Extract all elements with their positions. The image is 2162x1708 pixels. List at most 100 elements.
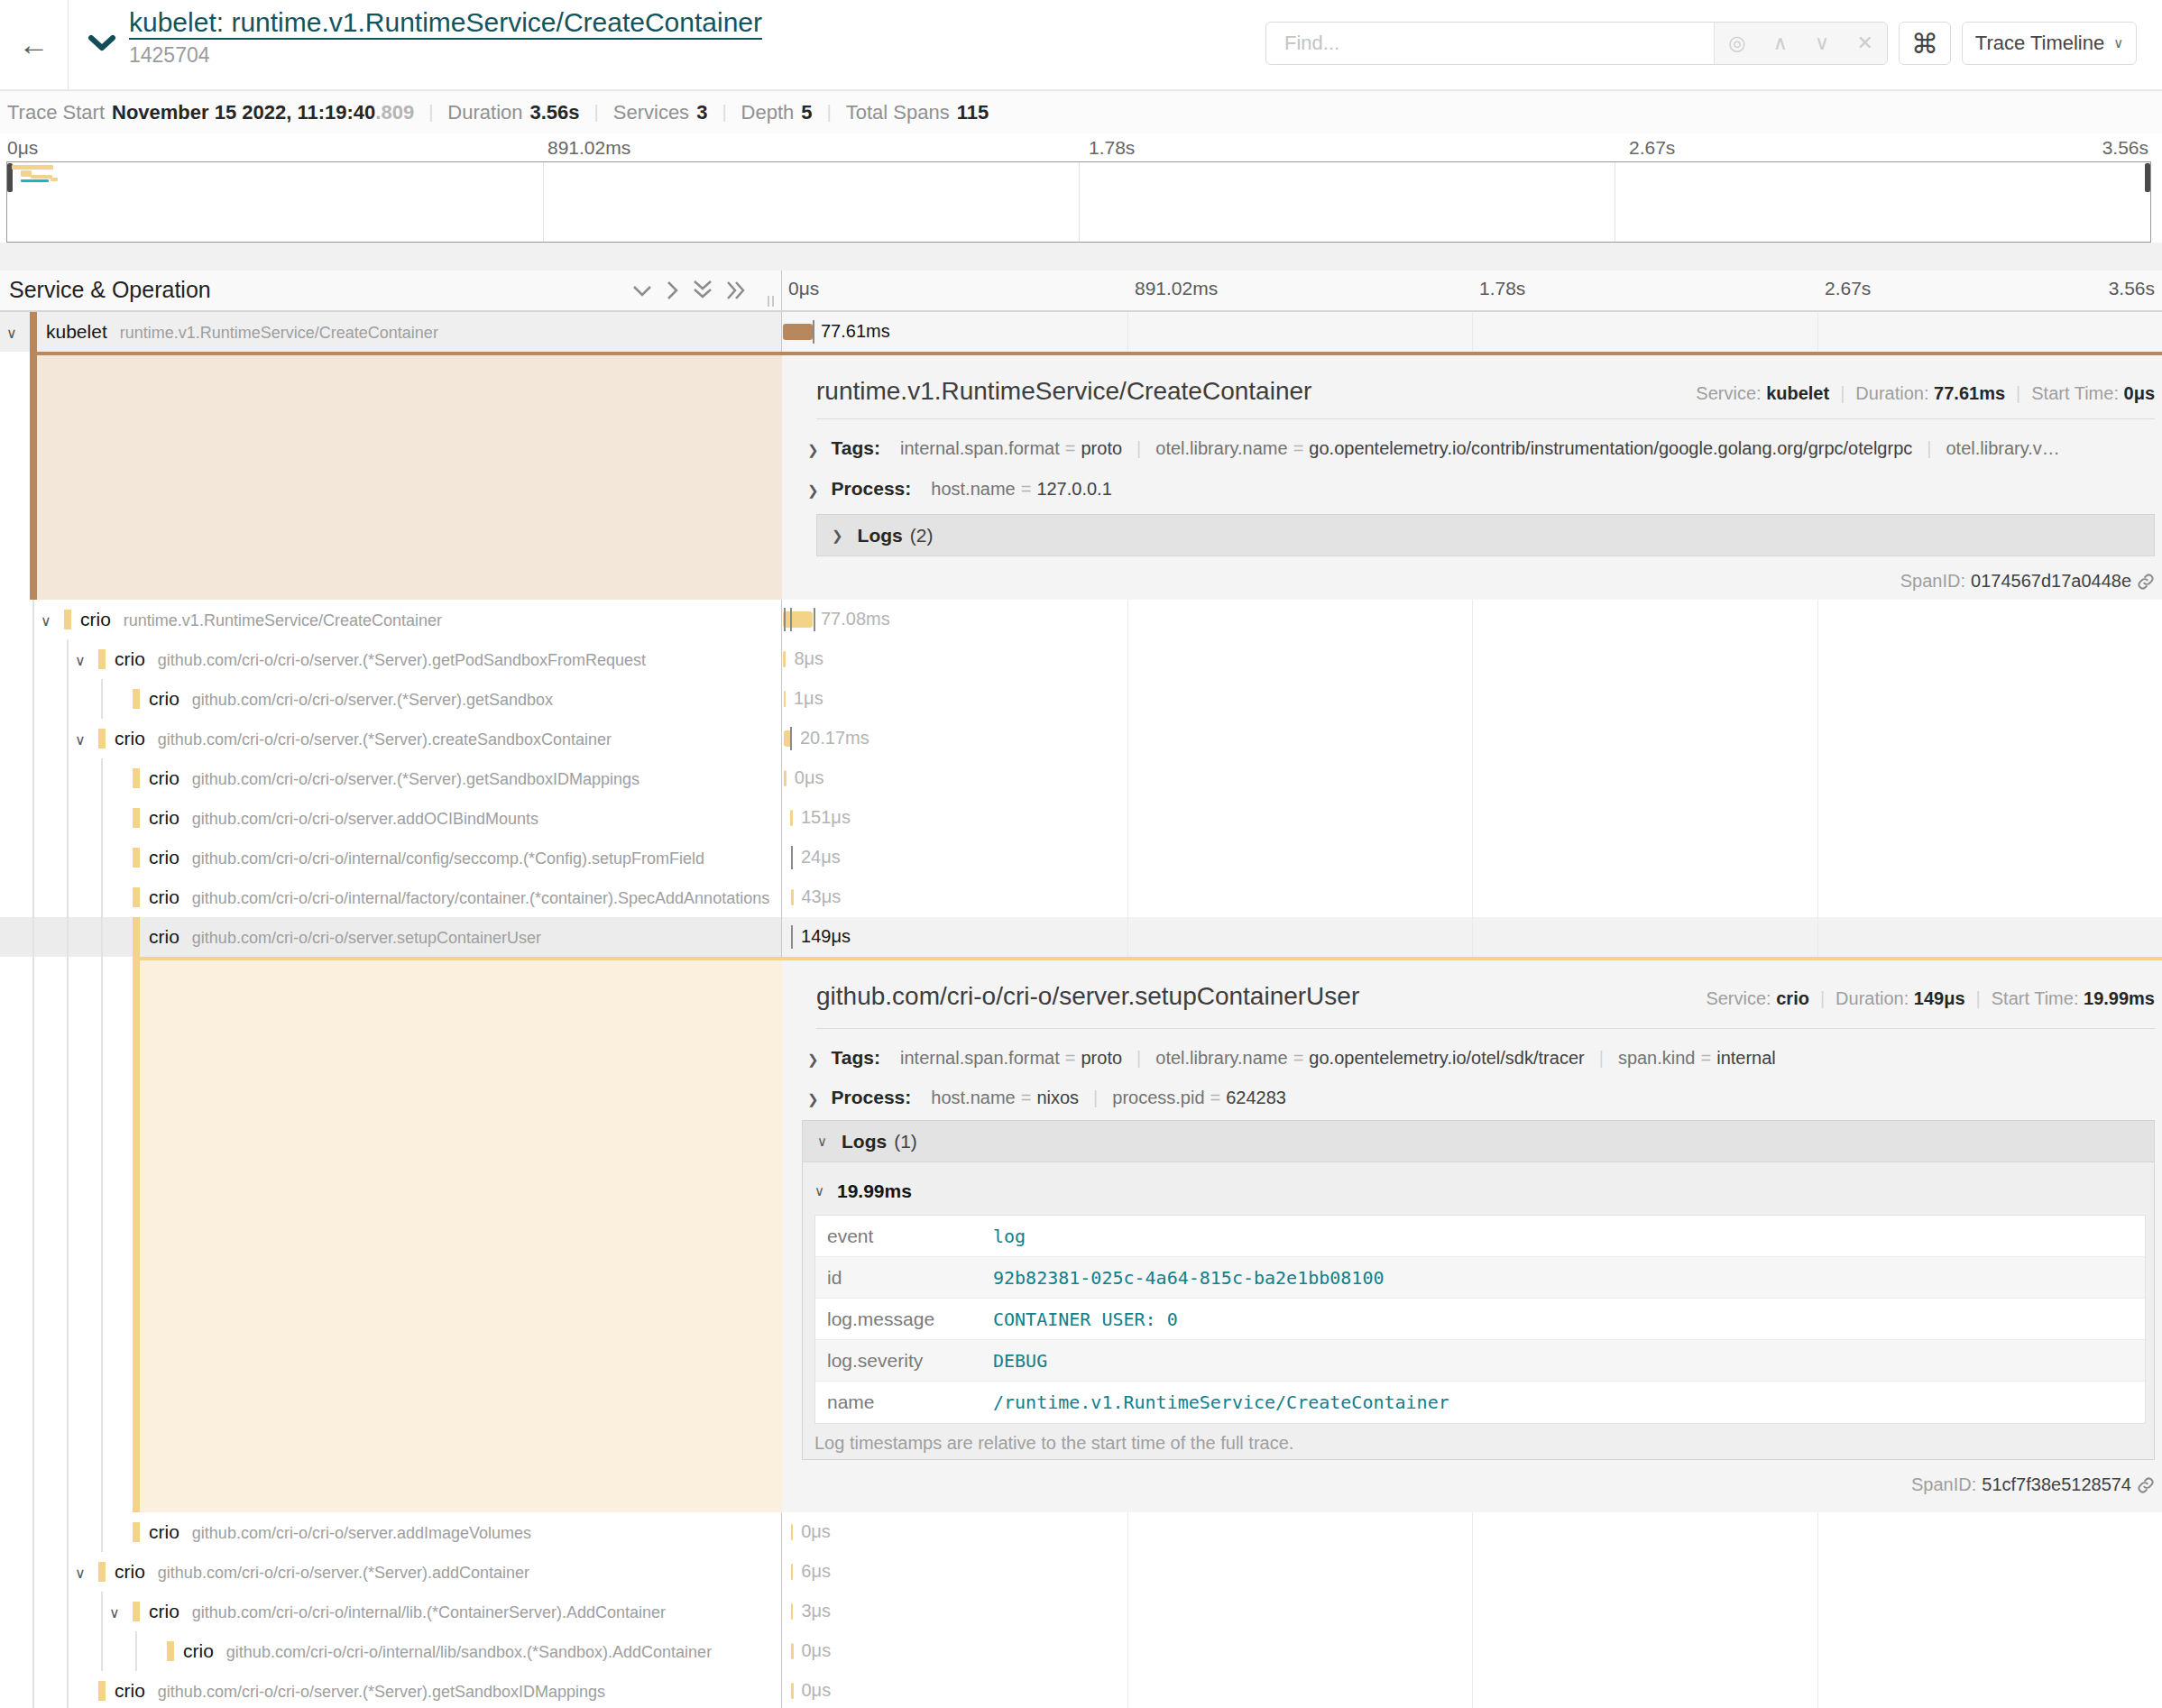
span-duration-bar[interactable]: [783, 324, 813, 340]
span-row-label[interactable]: ∨ kubelet runtime.v1.RuntimeService/Crea…: [0, 312, 782, 352]
span-row[interactable]: ∨ crio runtime.v1.RuntimeService/CreateC…: [0, 600, 2162, 639]
span-row-timeline[interactable]: 151μs: [782, 798, 2162, 838]
service-name: kubelet: [46, 321, 107, 343]
span-duration-bar[interactable]: [791, 1683, 794, 1699]
indent-guide: [67, 957, 69, 1512]
span-duration-bar[interactable]: [791, 889, 794, 905]
span-row-timeline[interactable]: 0μs: [782, 1671, 2162, 1708]
span-row[interactable]: ∨ crio github.com/cri-o/cri-o/server.(*S…: [0, 719, 2162, 758]
span-row-timeline[interactable]: 20.17ms: [782, 719, 2162, 758]
span-duration-label: 3μs: [801, 1601, 831, 1621]
collapse-one-icon[interactable]: [631, 284, 653, 301]
process-row[interactable]: ❯ Process: host.name=nixos | process.pid…: [807, 1087, 2155, 1108]
span-row[interactable]: ∨ crio github.com/cri-o/cri-o/server.(*S…: [0, 1552, 2162, 1592]
expand-all-icon[interactable]: [726, 280, 748, 305]
span-row[interactable]: ∨ crio github.com/cri-o/cri-o/internal/l…: [0, 1592, 2162, 1631]
log-entry-header[interactable]: ∨ 19.99ms: [814, 1180, 912, 1202]
span-row-timeline[interactable]: 0μs: [782, 758, 2162, 798]
span-duration-bar[interactable]: [791, 1564, 794, 1580]
logs-accordion-header[interactable]: ∨ Logs (1): [803, 1121, 2154, 1162]
span-row[interactable]: crio github.com/cri-o/cri-o/internal/lib…: [0, 1631, 2162, 1671]
keyboard-shortcuts-button[interactable]: ⌘: [1899, 22, 1951, 65]
span-duration-bar[interactable]: [790, 810, 793, 826]
clear-find-icon[interactable]: ✕: [1856, 32, 1872, 55]
span-row[interactable]: crio github.com/cri-o/cri-o/server.setup…: [0, 917, 2162, 957]
span-row-timeline[interactable]: 3μs: [782, 1592, 2162, 1631]
depth-label: Depth: [741, 101, 795, 124]
logs-accordion-collapsed[interactable]: ❯ Logs (2): [816, 514, 2155, 556]
span-row[interactable]: crio github.com/cri-o/cri-o/server.(*Ser…: [0, 1671, 2162, 1708]
span-duration-label: 77.61ms: [821, 321, 890, 342]
tick-label: 0μs: [7, 137, 38, 159]
span-row-timeline[interactable]: 0μs: [782, 1631, 2162, 1671]
span-row-timeline[interactable]: 6μs: [782, 1552, 2162, 1592]
span-row[interactable]: crio github.com/cri-o/cri-o/server.addIm…: [0, 1512, 2162, 1552]
logs-accordion-expanded: ∨ Logs (1) ∨ 19.99ms eventlog id92b82381…: [802, 1120, 2155, 1460]
operation-name: runtime.v1.RuntimeService/CreateContaine…: [120, 324, 438, 343]
prev-match-icon[interactable]: ∧: [1773, 32, 1788, 55]
span-row[interactable]: crio github.com/cri-o/cri-o/server.(*Ser…: [0, 758, 2162, 798]
operation-name: github.com/cri-o/cri-o/server.(*Server).…: [158, 1683, 605, 1702]
span-row-label[interactable]: ∨ crio runtime.v1.RuntimeService/CreateC…: [0, 600, 782, 639]
span-duration-bar[interactable]: [784, 691, 787, 707]
span-row-timeline[interactable]: 0μs: [782, 1512, 2162, 1552]
depth-value: 5: [801, 101, 812, 124]
span-row-label[interactable]: crio github.com/cri-o/cri-o/server.setup…: [0, 917, 782, 957]
span-row-label[interactable]: ∨ crio github.com/cri-o/cri-o/internal/l…: [0, 1592, 782, 1631]
column-resize-handle[interactable]: [768, 296, 774, 307]
copy-link-icon[interactable]: [2137, 1476, 2155, 1494]
span-row-label[interactable]: crio github.com/cri-o/cri-o/server.(*Ser…: [0, 679, 782, 719]
span-duration-bar[interactable]: [791, 1643, 794, 1659]
minimap-right-handle[interactable]: [2145, 163, 2150, 192]
span-row-label[interactable]: crio github.com/cri-o/cri-o/server.addIm…: [0, 1512, 782, 1552]
next-match-icon[interactable]: ∨: [1815, 32, 1829, 55]
span-row-label[interactable]: crio github.com/cri-o/cri-o/server.(*Ser…: [0, 758, 782, 798]
span-row[interactable]: crio github.com/cri-o/cri-o/internal/fac…: [0, 877, 2162, 917]
operation-name: github.com/cri-o/cri-o/server.(*Server).…: [158, 1564, 529, 1583]
trace-minimap[interactable]: [6, 161, 2151, 243]
span-row[interactable]: ∨ kubelet runtime.v1.RuntimeService/Crea…: [0, 312, 2162, 352]
span-row-timeline[interactable]: 8μs: [782, 639, 2162, 679]
span-row-timeline[interactable]: 77.61ms: [782, 312, 2162, 352]
span-row-timeline[interactable]: 149μs: [782, 917, 2162, 957]
span-duration-bar[interactable]: [791, 1524, 794, 1540]
span-row-label[interactable]: crio github.com/cri-o/cri-o/server.(*Ser…: [0, 1671, 782, 1708]
span-duration-bar[interactable]: [783, 611, 813, 628]
expand-one-icon[interactable]: [666, 280, 679, 305]
span-row[interactable]: crio github.com/cri-o/cri-o/internal/con…: [0, 838, 2162, 877]
chevron-down-icon: ∨: [2113, 35, 2123, 51]
span-duration-bar[interactable]: [783, 651, 786, 667]
find-input[interactable]: [1266, 23, 1714, 64]
process-row[interactable]: ❯ Process: host.name=127.0.0.1: [807, 478, 2155, 500]
span-row-label[interactable]: ∨ crio github.com/cri-o/cri-o/server.(*S…: [0, 719, 782, 758]
trace-view-select[interactable]: Trace Timeline ∨: [1962, 22, 2137, 65]
focus-match-icon[interactable]: ◎: [1728, 32, 1745, 55]
tags-row[interactable]: ❯ Tags: internal.span.format=proto | ote…: [807, 437, 2155, 459]
span-row[interactable]: crio github.com/cri-o/cri-o/server.(*Ser…: [0, 679, 2162, 719]
span-duration-bar[interactable]: [784, 770, 787, 786]
span-row-timeline[interactable]: 43μs: [782, 877, 2162, 917]
span-row-timeline[interactable]: 77.08ms: [782, 600, 2162, 639]
span-row-timeline[interactable]: 24μs: [782, 838, 2162, 877]
span-row-label[interactable]: ∨ crio github.com/cri-o/cri-o/server.(*S…: [0, 639, 782, 679]
trace-title-link[interactable]: kubelet: runtime.v1.RuntimeService/Creat…: [129, 7, 762, 38]
collapse-trace-header-icon[interactable]: [87, 34, 116, 56]
service-name: crio: [149, 847, 179, 868]
collapse-all-icon[interactable]: [692, 280, 713, 305]
span-row-label[interactable]: crio github.com/cri-o/cri-o/internal/con…: [0, 838, 782, 877]
span-row-label[interactable]: crio github.com/cri-o/cri-o/internal/fac…: [0, 877, 782, 917]
span-row-label[interactable]: ∨ crio github.com/cri-o/cri-o/server.(*S…: [0, 1552, 782, 1592]
tags-row[interactable]: ❯ Tags: internal.span.format=proto | ote…: [807, 1047, 2155, 1069]
span-row-timeline[interactable]: 1μs: [782, 679, 2162, 719]
operation-name: github.com/cri-o/cri-o/internal/config/s…: [192, 849, 704, 868]
copy-link-icon[interactable]: [2137, 573, 2155, 591]
operation-name: runtime.v1.RuntimeService/CreateContaine…: [124, 611, 442, 630]
span-id-row: SpanID:0174567d17a0448e: [1900, 571, 2155, 592]
span-duration-bar[interactable]: [791, 1603, 794, 1620]
span-row-label[interactable]: crio github.com/cri-o/cri-o/internal/lib…: [0, 1631, 782, 1671]
back-button[interactable]: ←: [0, 0, 69, 89]
span-row-label[interactable]: crio github.com/cri-o/cri-o/server.addOC…: [0, 798, 782, 838]
log-note: Log timestamps are relative to the start…: [814, 1433, 1293, 1454]
span-row[interactable]: crio github.com/cri-o/cri-o/server.addOC…: [0, 798, 2162, 838]
span-row[interactable]: ∨ crio github.com/cri-o/cri-o/server.(*S…: [0, 639, 2162, 679]
